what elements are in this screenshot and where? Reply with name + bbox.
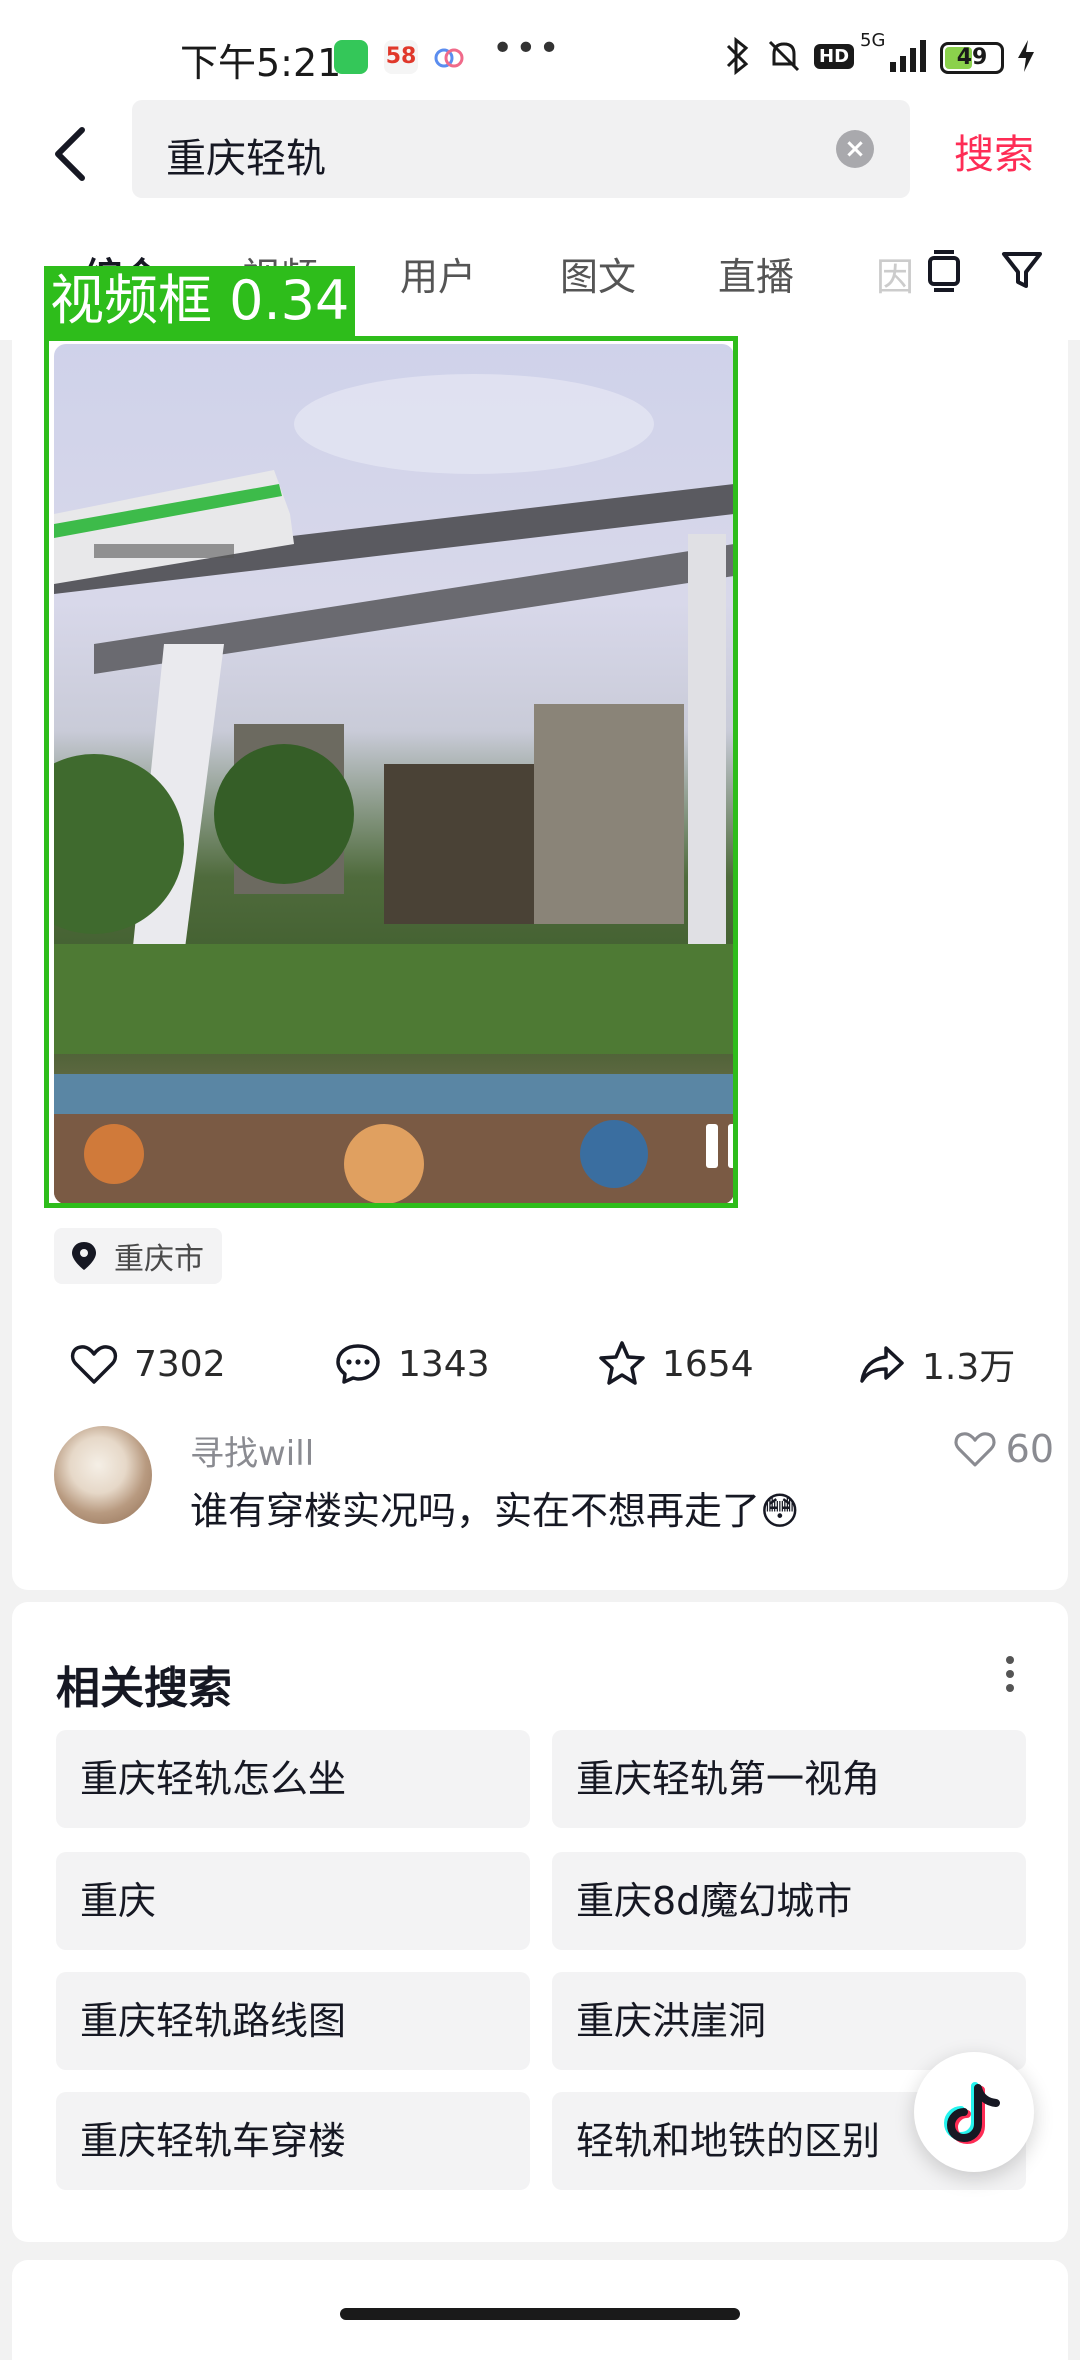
search-query: 重庆轻轨	[166, 136, 326, 182]
layout-toggle-icon[interactable]	[924, 248, 964, 292]
detection-box	[44, 336, 738, 1208]
hd-icon: HD	[814, 44, 855, 69]
location-label: 重庆市	[114, 1242, 204, 1277]
favorite-count: 1654	[662, 1343, 754, 1385]
tab-more[interactable]: 因	[876, 246, 914, 301]
filter-icon[interactable]	[1000, 248, 1044, 292]
related-searches: 相关搜索 重庆轻轨怎么坐 重庆轻轨第一视角 重庆 重庆8d魔幻城市 重庆轻轨路线…	[12, 1602, 1068, 2242]
related-search-chip[interactable]: 重庆轻轨怎么坐	[56, 1730, 530, 1828]
engagement-bar: 7302 1343 1654 1.3万	[12, 1330, 1068, 1400]
like-button[interactable]: 7302	[68, 1338, 226, 1390]
commenter-name[interactable]: 寻找will	[190, 1426, 314, 1475]
tab-users[interactable]: 用户	[400, 246, 476, 301]
search-input[interactable]: 重庆轻轨 ×	[132, 100, 910, 198]
more-options-icon[interactable]	[1004, 1652, 1016, 1696]
location-pin-icon	[72, 1242, 96, 1270]
back-button[interactable]	[50, 122, 110, 186]
heart-icon	[954, 1432, 996, 1467]
tab-live[interactable]: 直播	[718, 246, 794, 301]
commenter-avatar[interactable]	[54, 1426, 152, 1524]
star-icon	[599, 1341, 645, 1385]
status-time: 下午5:21	[180, 41, 342, 85]
share-icon	[860, 1346, 904, 1383]
search-button[interactable]: 搜索	[954, 122, 1034, 180]
comment-button[interactable]: 1343	[332, 1338, 490, 1390]
bluetooth-icon	[722, 36, 752, 84]
comment-count: 1343	[398, 1343, 490, 1385]
related-search-chip[interactable]: 重庆8d魔幻城市	[552, 1852, 1026, 1950]
status-bar: 下午5:21 58 ••• HD 5G 49	[0, 0, 1080, 100]
app-notification-icon	[334, 40, 368, 74]
comment-text: 谁有穿楼实况吗，实在不想再走了😳	[190, 1489, 800, 1533]
chevron-left-icon	[55, 127, 85, 181]
more-notifications-icon: •••	[492, 28, 562, 69]
app-58-icon: 58	[384, 40, 418, 74]
top-comment[interactable]: 寻找will 谁有穿楼实况吗，实在不想再走了😳 60	[54, 1426, 1054, 1536]
related-search-chip[interactable]: 重庆轻轨路线图	[56, 1972, 530, 2070]
battery-indicator: 49	[940, 42, 1004, 74]
douyin-float-button[interactable]	[914, 2052, 1034, 2172]
mute-bell-icon	[764, 36, 804, 84]
related-search-chip[interactable]: 重庆轻轨车穿楼	[56, 2092, 530, 2190]
douyin-logo-icon	[943, 2082, 1000, 2145]
share-button[interactable]: 1.3万	[856, 1338, 1015, 1390]
comment-like-button[interactable]: 60	[952, 1426, 1054, 1472]
tab-posts[interactable]: 图文	[560, 246, 636, 301]
share-count: 1.3万	[922, 1347, 1016, 1388]
search-header: 重庆轻轨 × 搜索	[0, 100, 1080, 220]
charging-icon	[1014, 36, 1038, 84]
cloud-app-icon	[432, 40, 466, 74]
comment-icon	[336, 1344, 380, 1384]
comment-like-count: 60	[1005, 1427, 1054, 1471]
clear-icon[interactable]: ×	[836, 130, 874, 168]
like-count: 7302	[134, 1343, 226, 1385]
related-searches-title: 相关搜索	[56, 1663, 232, 1714]
heart-icon	[70, 1345, 118, 1384]
related-search-chip[interactable]: 重庆轻轨第一视角	[552, 1730, 1026, 1828]
detection-label: 视频框 0.34	[44, 266, 356, 336]
related-search-chip[interactable]: 重庆	[56, 1852, 530, 1950]
home-indicator[interactable]	[340, 2308, 740, 2320]
location-tag[interactable]: 重庆市	[54, 1228, 222, 1284]
favorite-button[interactable]: 1654	[596, 1338, 754, 1390]
signal-icon	[860, 36, 930, 84]
